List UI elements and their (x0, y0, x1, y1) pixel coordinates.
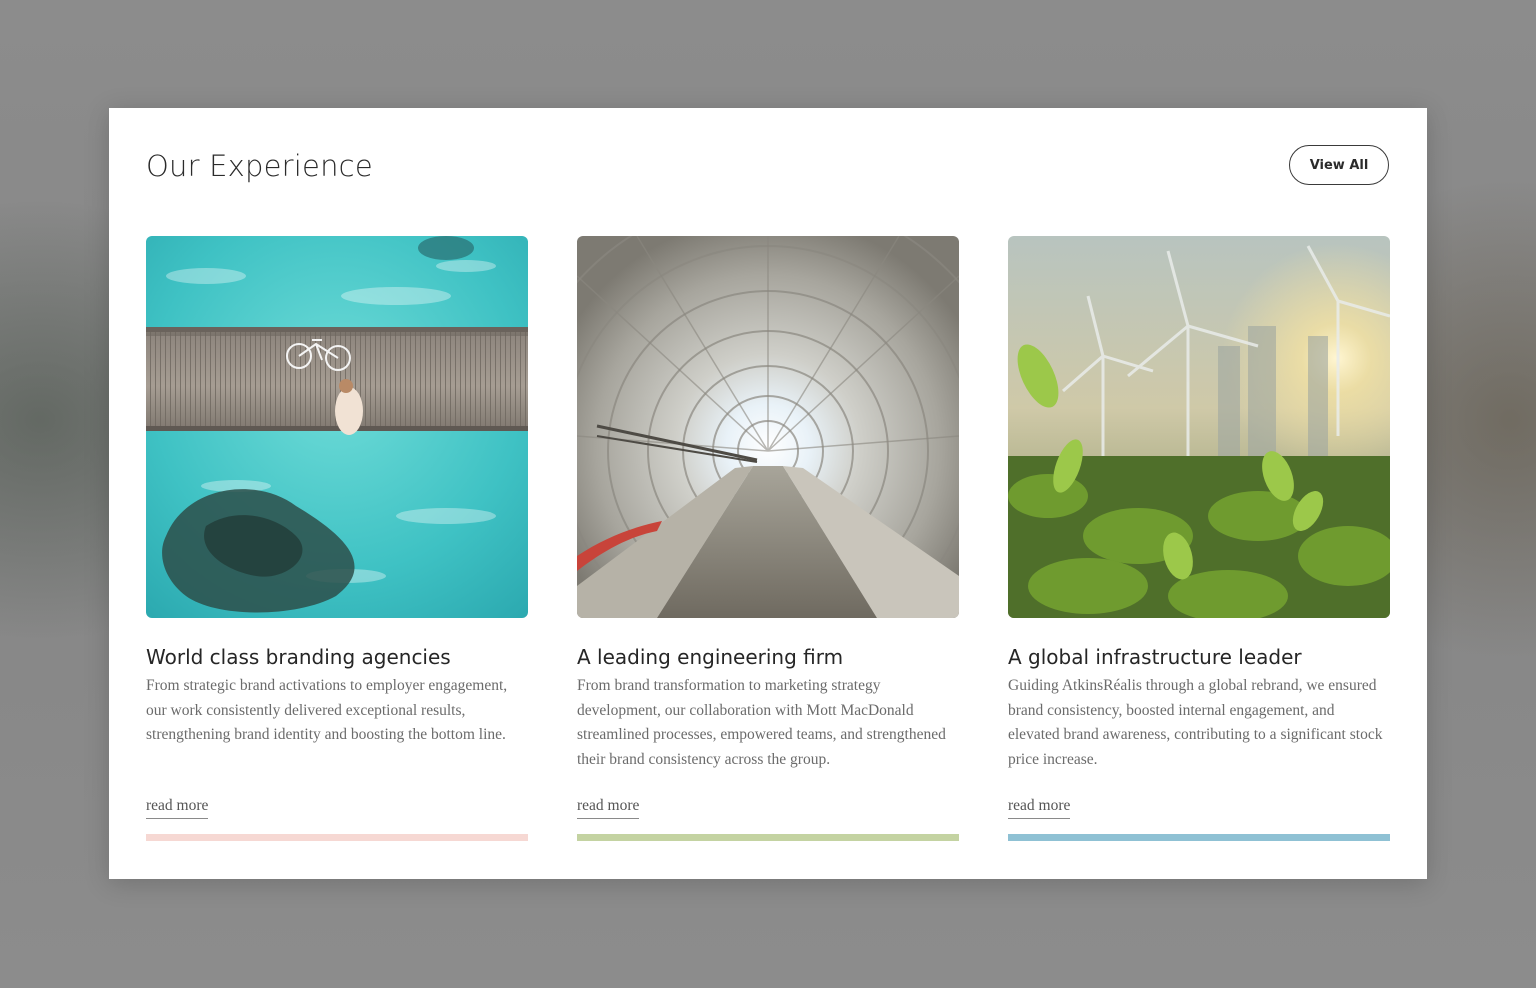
card-image-boardwalk[interactable] (146, 236, 528, 618)
card-description: From brand transformation to marketing s… (577, 677, 946, 768)
section-title: Our Experience (146, 149, 373, 183)
card-title: World class branding agencies (146, 645, 451, 669)
card-title: A leading engineering firm (577, 645, 844, 669)
card-accent-bar (577, 834, 959, 841)
experience-card-branding: World class branding agencies From strat… (146, 236, 528, 841)
card-description: From strategic brand activations to empl… (146, 677, 508, 743)
card-accent-bar (146, 834, 528, 841)
card-title: A global infrastructure leader (1008, 645, 1302, 669)
read-more-link[interactable]: read more (577, 796, 640, 819)
boardwalk-ocean-image (146, 236, 528, 618)
read-more-link[interactable]: read more (1008, 796, 1071, 819)
experience-panel: Our Experience View All World class bran… (109, 108, 1427, 879)
card-image-wind[interactable] (1008, 236, 1390, 618)
wind-turbines-image (1008, 236, 1390, 618)
card-image-tunnel[interactable] (577, 236, 959, 618)
experience-card-engineering: A leading engineering firm From brand tr… (577, 236, 959, 841)
tunnel-image (577, 236, 959, 618)
card-accent-bar (1008, 834, 1390, 841)
read-more-link[interactable]: read more (146, 796, 209, 819)
card-description: Guiding AtkinsRéalis through a global re… (1008, 677, 1383, 768)
view-all-button[interactable]: View All (1289, 145, 1389, 185)
experience-card-infrastructure: A global infrastructure leader Guiding A… (1008, 236, 1390, 841)
